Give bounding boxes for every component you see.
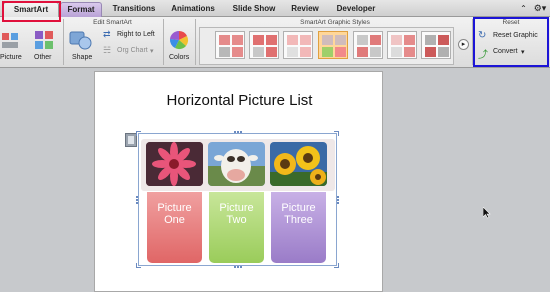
mouse-cursor-icon <box>483 207 491 219</box>
other-button[interactable]: Other <box>30 29 56 65</box>
resize-handle[interactable] <box>136 196 138 204</box>
other-layout-icon <box>35 31 53 49</box>
flower-picture-icon <box>146 142 203 186</box>
tab-format-label: Format <box>67 5 95 14</box>
group-divider <box>195 19 196 65</box>
style-swatch[interactable] <box>215 31 245 59</box>
picture-one-line2: One <box>164 214 185 226</box>
picture-two-card[interactable]: Picture Two <box>209 192 264 263</box>
style-swatch[interactable] <box>421 31 451 59</box>
colors-button-label: Colors <box>169 54 190 61</box>
tab-transitions[interactable]: Transitions <box>106 2 162 17</box>
org-chart-dropdown-icon: ▾ <box>150 48 154 55</box>
sunflower-picture-icon <box>270 142 327 186</box>
resize-handle[interactable] <box>136 263 141 268</box>
tab-format[interactable]: Format <box>60 2 102 17</box>
reset-group-highlight <box>473 17 549 67</box>
cow-image <box>208 142 265 186</box>
resize-handle[interactable] <box>136 131 141 136</box>
picture-button-label: Picture <box>0 54 22 61</box>
resize-handle[interactable] <box>334 131 339 136</box>
picture-three-card[interactable]: Picture Three <box>271 192 326 263</box>
shape-button[interactable]: Shape <box>66 29 96 65</box>
smartart-graphic[interactable]: Picture One Picture Two Picture Three <box>136 131 339 268</box>
tab-transitions-label: Transitions <box>112 4 156 13</box>
picture-three-line1: Picture <box>281 202 316 214</box>
gallery-next-arrow-icon[interactable]: ▸ <box>458 39 469 50</box>
picture-three-text[interactable]: Picture Three <box>271 202 326 226</box>
picture-one-line1: Picture <box>157 202 192 214</box>
org-chart-icon: ☵ <box>103 45 112 55</box>
tab-animations[interactable]: Animations <box>165 2 221 17</box>
ribbon: Edit SmartArt Picture Other Shape ⇄ Righ… <box>0 17 550 68</box>
styles-group-title: SmartArt Graphic Styles <box>300 19 370 26</box>
right-to-left-label: Right to Left <box>117 31 155 38</box>
tab-animations-label: Animations <box>171 4 215 13</box>
picture-button[interactable]: Picture <box>0 29 22 65</box>
picture-one-text[interactable]: Picture One <box>147 202 202 226</box>
shape-button-label: Shape <box>72 54 93 61</box>
collapse-ribbon-icon[interactable]: ⌃ <box>518 3 529 14</box>
slide[interactable]: Horizontal Picture List Picture One Pict… <box>94 71 383 292</box>
style-swatch[interactable] <box>283 31 313 59</box>
colors-button[interactable]: Colors <box>165 29 193 65</box>
resize-handle[interactable] <box>334 263 339 268</box>
tab-review[interactable]: Review <box>285 2 325 17</box>
tab-review-label: Review <box>291 4 319 13</box>
tab-slide-show-label: Slide Show <box>232 4 276 13</box>
other-button-label: Other <box>34 54 52 61</box>
org-chart-label: Org Chart <box>117 47 148 54</box>
picture-two-line1: Picture <box>219 202 254 214</box>
sunflower-image <box>270 142 327 186</box>
ribbon-tab-bar: SmartArt Format Transitions Animations S… <box>0 0 550 17</box>
picture-two-line2: Two <box>226 214 247 226</box>
style-swatch[interactable] <box>353 31 383 59</box>
picture-two-text[interactable]: Picture Two <box>209 202 264 226</box>
flower-image <box>146 142 203 186</box>
tab-developer-label: Developer <box>336 4 376 13</box>
style-swatch[interactable] <box>249 31 279 59</box>
right-to-left-icon: ⇄ <box>103 29 111 39</box>
tab-developer[interactable]: Developer <box>330 2 382 17</box>
picture-layout-icon <box>2 33 18 48</box>
picture-one-card[interactable]: Picture One <box>147 192 202 263</box>
group-divider <box>163 19 164 65</box>
org-chart-button[interactable]: ☵ Org Chart ▾ <box>103 45 161 57</box>
resize-handle[interactable] <box>234 266 242 268</box>
group-divider <box>63 19 64 65</box>
resize-handle[interactable] <box>234 131 242 133</box>
slide-title[interactable]: Horizontal Picture List <box>95 92 384 109</box>
resize-handle[interactable] <box>337 196 339 204</box>
color-wheel-icon <box>169 30 189 50</box>
tab-slide-show[interactable]: Slide Show <box>226 2 282 17</box>
picture-three-line2: Three <box>284 214 313 226</box>
cow-picture-icon <box>208 142 265 186</box>
smartart-tab-highlight <box>2 1 61 22</box>
style-swatch[interactable] <box>387 31 417 59</box>
shape-icon <box>69 31 92 50</box>
right-to-left-button[interactable]: ⇄ Right to Left <box>103 29 161 41</box>
style-swatch-selected[interactable] <box>318 31 348 59</box>
gear-icon[interactable]: ⚙▾ <box>532 2 548 15</box>
